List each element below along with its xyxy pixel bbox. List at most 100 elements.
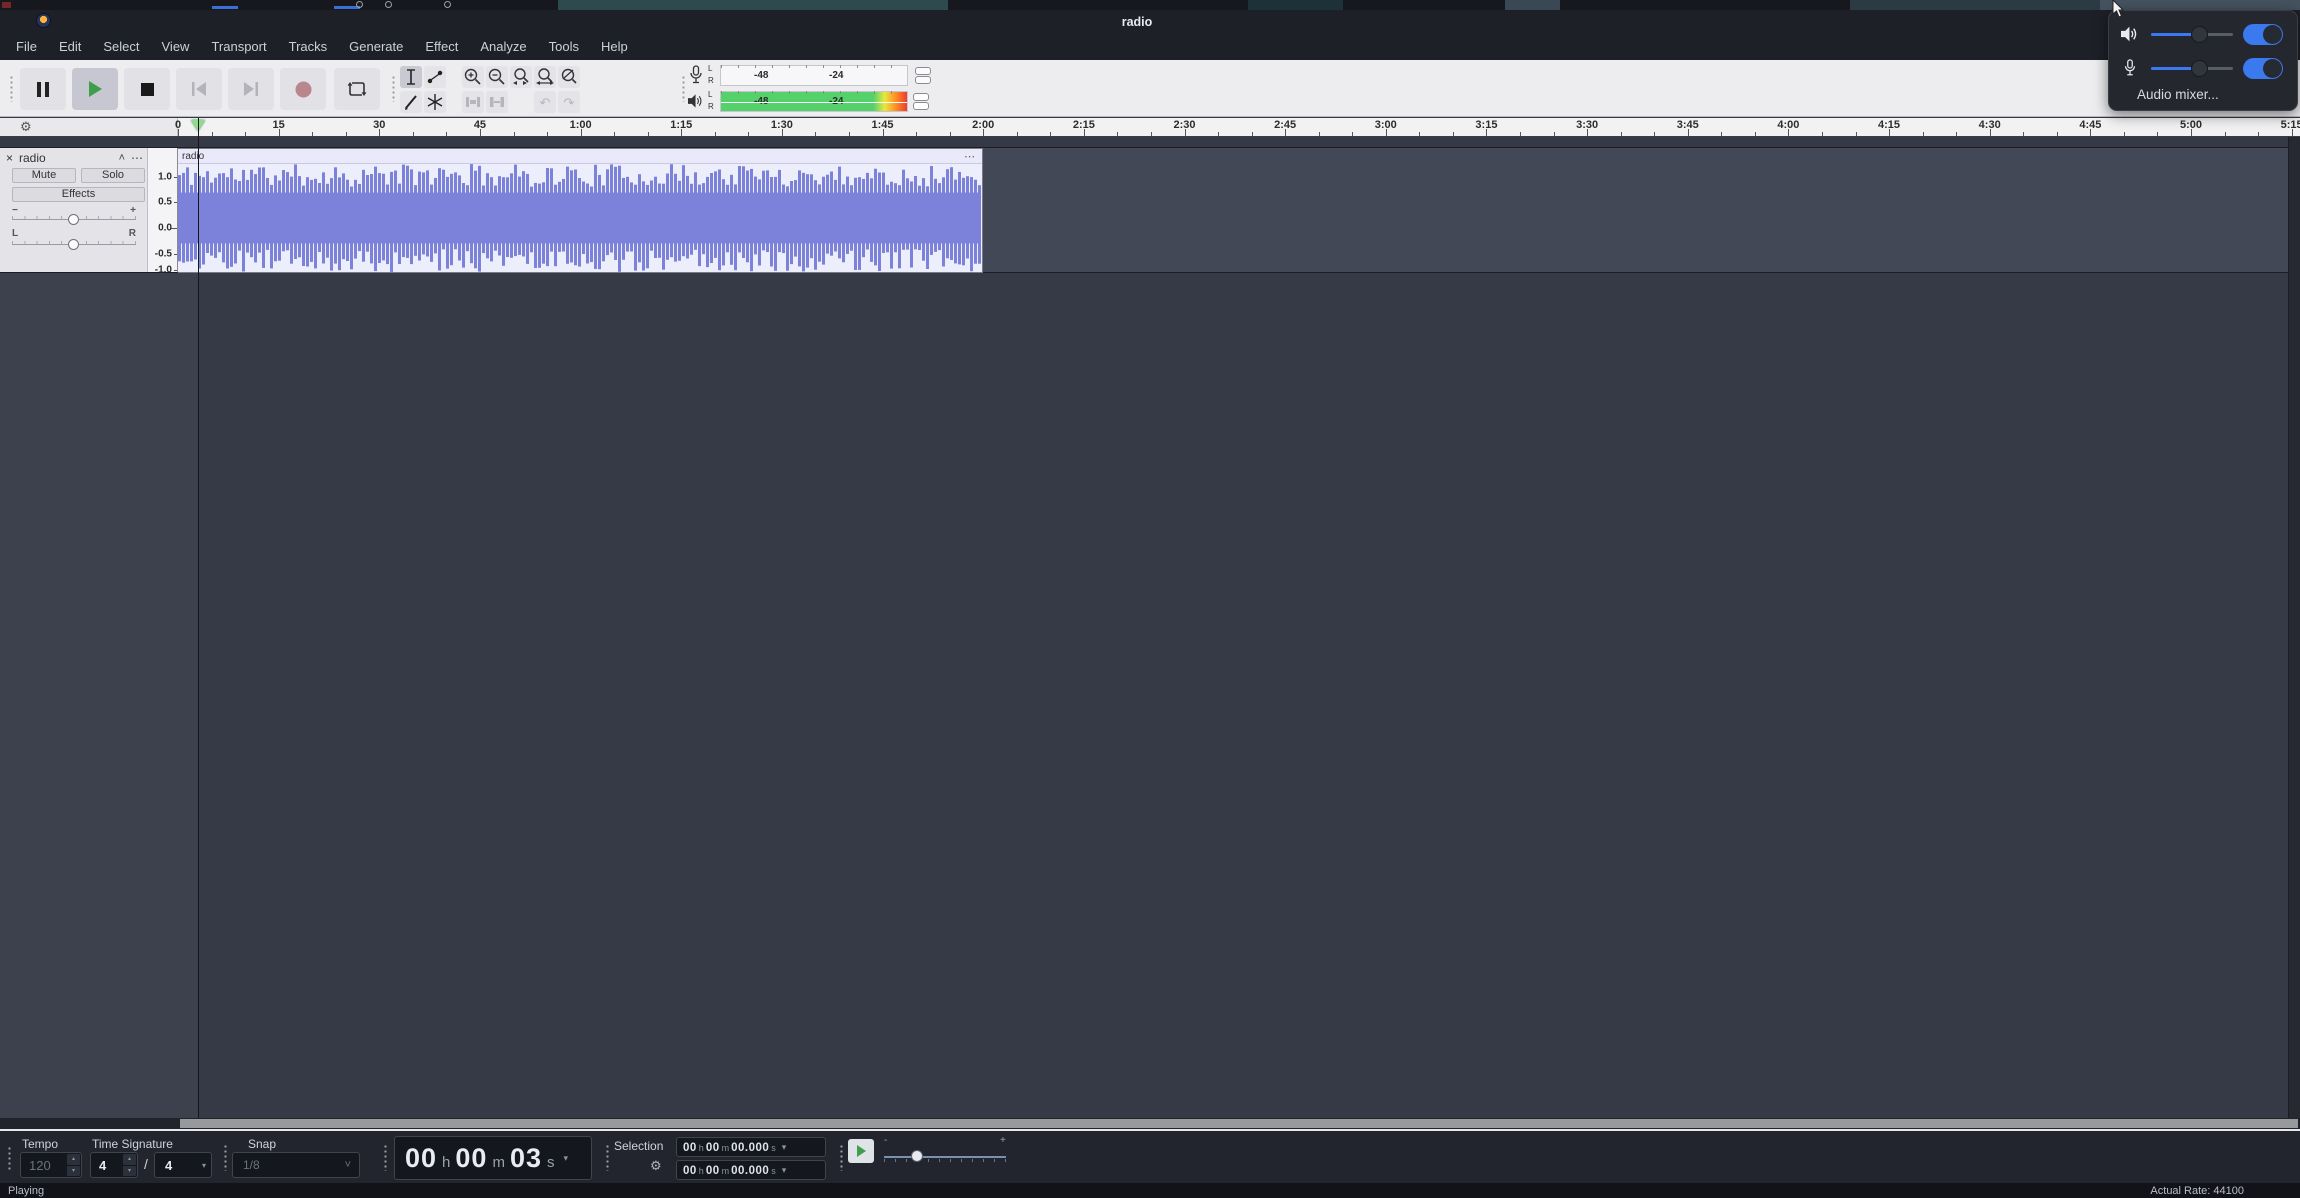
selection-end-value: 00h00m00.000s [683,1161,778,1179]
speed-slider-thumb[interactable] [911,1150,923,1162]
audio-position-dropdown-icon[interactable]: ▾ [563,1153,568,1164]
audio-clip[interactable]: radio ⋯ [178,148,983,273]
input-volume-slider[interactable] [2151,67,2233,70]
speed-slider-track[interactable] [884,1156,1006,1158]
playback-meter[interactable]: LR -48 -24 [686,89,932,114]
menu-edit[interactable]: Edit [48,34,92,60]
tools-toolbar-grip[interactable] [390,74,396,102]
ruler-label: 2:30 [1173,119,1195,131]
audio-position-field[interactable]: 00h00m03s ▾ [394,1136,592,1180]
amplitude-ruler[interactable]: 1.00.50.0-0.5-1.0 [148,148,178,272]
ruler-tick [547,132,548,136]
snap-dropdown[interactable]: 1/8 ˅ [232,1152,360,1178]
clip-header[interactable]: radio ⋯ [178,149,982,164]
track-collapse-icon[interactable]: ˄ [119,152,125,164]
play-at-speed-icon [856,1145,867,1157]
speed-toolbar-grip[interactable] [838,1143,844,1171]
selection-toolbar-grip[interactable] [604,1143,610,1171]
ruler-label: 2:00 [972,119,994,131]
menu-transport[interactable]: Transport [200,34,277,60]
track-row: × radio ˄ ⋯ Mute Solo Effects − + L R [0,147,2288,273]
time-signature-spinner[interactable]: ▴▾ [123,1154,136,1176]
time-signature-lower-field[interactable]: 4 ▾ [154,1152,212,1178]
timeline-options-gear-icon[interactable]: ⚙ [20,119,32,135]
vertical-scrollbar[interactable] [2288,137,2300,1118]
menu-generate[interactable]: Generate [338,34,414,60]
timeline-ruler[interactable]: ⚙ 01530451:001:151:301:452:002:152:302:4… [0,118,2300,137]
input-toggle-knob [2263,59,2282,78]
record-icon [295,81,312,98]
selection-tool-button[interactable] [400,66,422,88]
tempo-field[interactable]: 120 ▴▾ [20,1152,82,1178]
track-name[interactable]: radio [19,151,113,165]
draw-tool-button[interactable] [400,91,422,113]
zoom-toggle-button[interactable] [558,66,580,88]
mute-button[interactable]: Mute [12,168,76,183]
zoom-selection-button[interactable] [510,66,532,88]
transport-toolbar-grip[interactable] [8,74,14,102]
selection-start-dropdown-icon[interactable]: ▾ [782,1142,787,1153]
time-signature-dropdown-icon[interactable]: ▾ [202,1161,206,1170]
menu-view[interactable]: View [151,34,201,60]
menu-help[interactable]: Help [590,34,639,60]
selection-start-field[interactable]: 00h00m00.000s ▾ [676,1137,826,1157]
speaker-volume-icon [2121,25,2139,43]
loop-button[interactable] [334,68,380,110]
play-button[interactable] [72,68,118,110]
menu-file[interactable]: File [5,34,48,60]
stop-button[interactable] [124,68,170,110]
zoom-in-button[interactable] [462,66,484,88]
output-volume-thumb[interactable] [2191,26,2208,43]
track-close-icon[interactable]: × [6,152,13,164]
snap-toolbar-grip[interactable] [222,1143,228,1171]
ruler-label: 1:00 [570,119,592,131]
undo-button[interactable]: ↶ [534,91,556,113]
multi-tool-button[interactable] [424,91,446,113]
clip-menu-icon[interactable]: ⋯ [964,150,982,163]
skip-to-end-button[interactable] [228,68,274,110]
time-toolbar-grip[interactable] [382,1143,388,1171]
pause-button[interactable] [20,68,66,110]
track-canvas[interactable]: × radio ˄ ⋯ Mute Solo Effects − + L R [0,137,2300,1118]
track-panel-column-background [0,273,198,1118]
menu-analyze[interactable]: Analyze [469,34,537,60]
silence-audio-button[interactable] [486,91,508,113]
effects-button[interactable]: Effects [12,187,145,202]
solo-button[interactable]: Solo [81,168,145,183]
menu-effect[interactable]: Effect [414,34,469,60]
play-at-speed-button[interactable] [848,1139,874,1163]
play-meter-bar[interactable]: -48 -24 [720,91,908,112]
horizontal-scrollbar[interactable] [0,1118,2300,1129]
background-window-sliver [0,0,2300,10]
selection-end-dropdown-icon[interactable]: ▾ [782,1165,787,1176]
horizontal-scrollbar-thumb[interactable] [180,1119,2298,1128]
recording-meter[interactable]: LR -48 -24 [686,63,932,88]
trim-audio-button[interactable] [462,91,484,113]
ruler-label: 5:15 [2281,119,2300,131]
output-toggle[interactable] [2243,24,2283,45]
record-button[interactable] [280,68,326,110]
output-volume-slider[interactable] [2151,33,2233,36]
menu-tools[interactable]: Tools [538,34,590,60]
skip-to-start-button[interactable] [176,68,222,110]
gain-slider-thumb[interactable] [68,214,79,225]
tempo-spinner[interactable]: ▴▾ [67,1154,80,1176]
menu-tracks[interactable]: Tracks [278,34,339,60]
rec-meter-bar[interactable]: -48 -24 [720,65,908,86]
ruler-label: 1:30 [771,119,793,131]
zoom-out-button[interactable] [486,66,508,88]
pan-slider-thumb[interactable] [68,239,79,250]
redo-button[interactable]: ↷ [558,91,580,113]
zoom-fit-project-button[interactable] [534,66,556,88]
envelope-tool-button[interactable] [424,66,446,88]
multi-tool-icon [424,91,446,113]
track-menu-icon[interactable]: ⋯ [131,151,144,165]
time-signature-upper-field[interactable]: 4 ▴▾ [90,1152,138,1178]
menu-select[interactable]: Select [92,34,150,60]
selection-end-field[interactable]: 00h00m00.000s ▾ [676,1160,826,1180]
ruler-label: 2:45 [1274,119,1296,131]
selection-settings-gear-icon[interactable]: ⚙ [650,1158,662,1174]
audio-mixer-link[interactable]: Audio mixer... [2137,87,2219,102]
input-volume-thumb[interactable] [2191,60,2208,77]
input-toggle[interactable] [2243,58,2283,79]
